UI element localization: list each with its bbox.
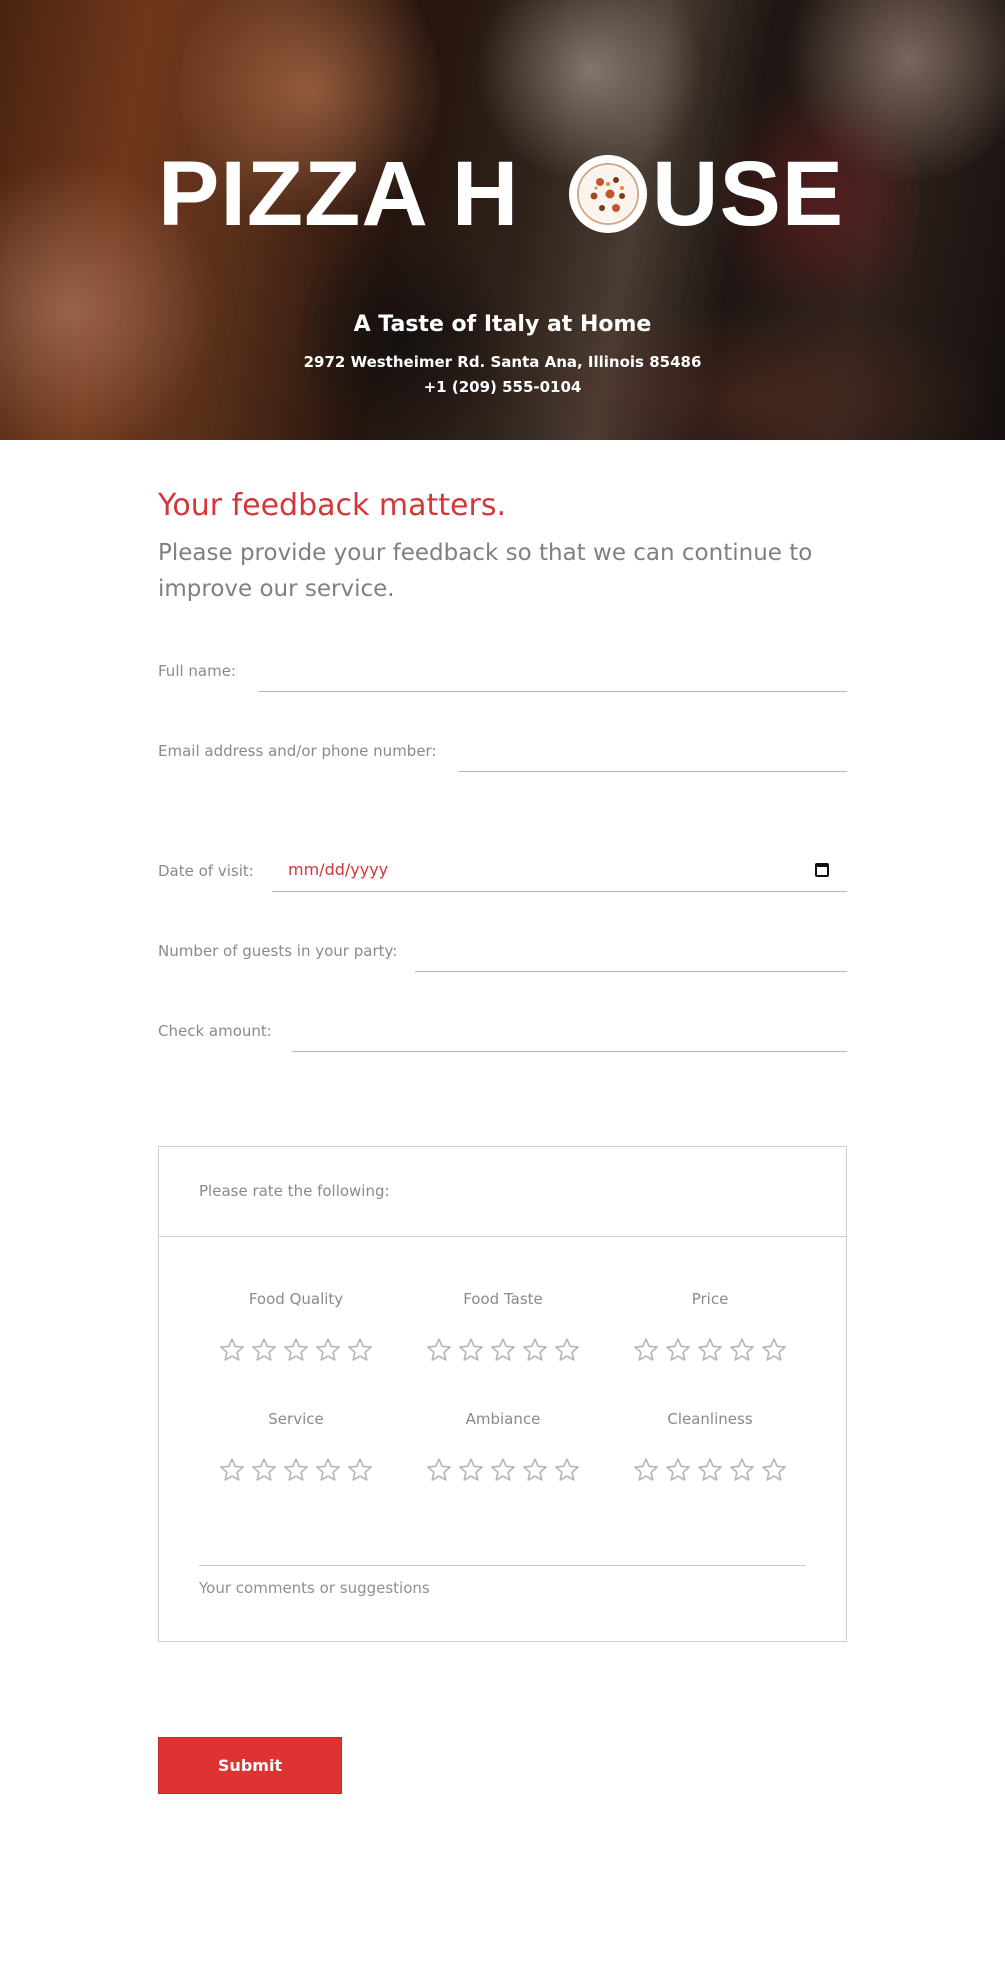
star-outline-icon[interactable] (522, 1337, 548, 1363)
star-outline-icon[interactable] (426, 1457, 452, 1483)
ratings-heading: Please rate the following: (199, 1182, 390, 1200)
star-outline-icon[interactable] (554, 1337, 580, 1363)
contact-field: Email address and/or phone number: (158, 728, 847, 772)
star-rating (403, 1457, 603, 1483)
star-outline-icon[interactable] (522, 1457, 548, 1483)
date-input[interactable]: mm/dd/yyyy (272, 848, 847, 892)
rating-food-quality: Food Quality (196, 1290, 396, 1363)
restaurant-phone: +1 (209) 555-0104 (423, 378, 582, 396)
full-name-input[interactable] (258, 648, 847, 692)
star-outline-icon[interactable] (251, 1337, 277, 1363)
contact-input[interactable] (458, 728, 847, 772)
star-outline-icon[interactable] (251, 1457, 277, 1483)
rating-cleanliness: Cleanliness (610, 1410, 810, 1483)
rating-label: Service (268, 1410, 324, 1428)
rating-label: Price (691, 1290, 729, 1308)
rating-service: Service (196, 1410, 396, 1483)
logo: PIZZA H USE (158, 143, 848, 245)
submit-button[interactable]: Submit (158, 1737, 342, 1794)
star-outline-icon[interactable] (490, 1337, 516, 1363)
star-outline-icon[interactable] (315, 1337, 341, 1363)
star-outline-icon[interactable] (283, 1337, 309, 1363)
star-outline-icon[interactable] (458, 1457, 484, 1483)
star-outline-icon[interactable] (347, 1457, 373, 1483)
star-outline-icon[interactable] (665, 1457, 691, 1483)
star-outline-icon[interactable] (665, 1337, 691, 1363)
page-subtitle: Please provide your feedback so that we … (158, 540, 813, 602)
date-label: Date of visit: (158, 862, 254, 880)
star-outline-icon[interactable] (490, 1457, 516, 1483)
star-outline-icon[interactable] (697, 1457, 723, 1483)
star-outline-icon[interactable] (729, 1337, 755, 1363)
star-outline-icon[interactable] (633, 1457, 659, 1483)
hero-tagline: A Taste of Italy at Home (353, 312, 652, 337)
rating-food-taste: Food Taste (403, 1290, 603, 1363)
ratings-header: Please rate the following: (159, 1147, 846, 1237)
logo-text-start: PIZZA H (158, 143, 520, 245)
star-outline-icon[interactable] (315, 1457, 341, 1483)
star-outline-icon[interactable] (633, 1337, 659, 1363)
ratings-card: Please rate the following: Food Quality … (158, 1146, 847, 1642)
restaurant-address: 2972 Westheimer Rd. Santa Ana, Illinois … (303, 353, 702, 371)
full-name-label: Full name: (158, 662, 237, 680)
guests-input[interactable] (415, 928, 847, 972)
logo-text-end: USE (652, 143, 845, 245)
rating-label: Cleanliness (667, 1410, 753, 1428)
comments-input[interactable]: Your comments or suggestions (199, 1565, 806, 1597)
contact-label: Email address and/or phone number: (158, 742, 437, 760)
star-rating (403, 1337, 603, 1363)
star-rating (610, 1337, 810, 1363)
calendar-icon[interactable] (815, 863, 829, 877)
check-amount-input[interactable] (292, 1008, 847, 1052)
guests-field: Number of guests in your party: (158, 928, 847, 972)
star-outline-icon[interactable] (219, 1457, 245, 1483)
rating-label: Ambiance (465, 1410, 541, 1428)
rating-label: Food Quality (248, 1290, 344, 1308)
pizza-icon (566, 152, 650, 236)
guests-label: Number of guests in your party: (158, 942, 398, 960)
star-rating (196, 1337, 396, 1363)
star-outline-icon[interactable] (697, 1337, 723, 1363)
rating-label: Food Taste (463, 1290, 543, 1308)
star-outline-icon[interactable] (761, 1337, 787, 1363)
page-title: Your feedback matters. (158, 488, 507, 523)
check-amount-field: Check amount: (158, 1008, 847, 1052)
star-outline-icon[interactable] (347, 1337, 373, 1363)
date-placeholder: mm/dd/yyyy (288, 860, 389, 879)
check-amount-label: Check amount: (158, 1022, 272, 1040)
star-outline-icon[interactable] (761, 1457, 787, 1483)
date-field: Date of visit: mm/dd/yyyy (158, 848, 847, 892)
star-outline-icon[interactable] (283, 1457, 309, 1483)
star-outline-icon[interactable] (554, 1457, 580, 1483)
rating-price: Price (610, 1290, 810, 1363)
star-outline-icon[interactable] (729, 1457, 755, 1483)
star-rating (610, 1457, 810, 1483)
star-rating (196, 1457, 396, 1483)
full-name-field: Full name: (158, 648, 847, 692)
star-outline-icon[interactable] (426, 1337, 452, 1363)
hero-banner: PIZZA H USE A Taste of Italy at Home 297… (0, 0, 1005, 440)
star-outline-icon[interactable] (458, 1337, 484, 1363)
rating-ambiance: Ambiance (403, 1410, 603, 1483)
star-outline-icon[interactable] (219, 1337, 245, 1363)
